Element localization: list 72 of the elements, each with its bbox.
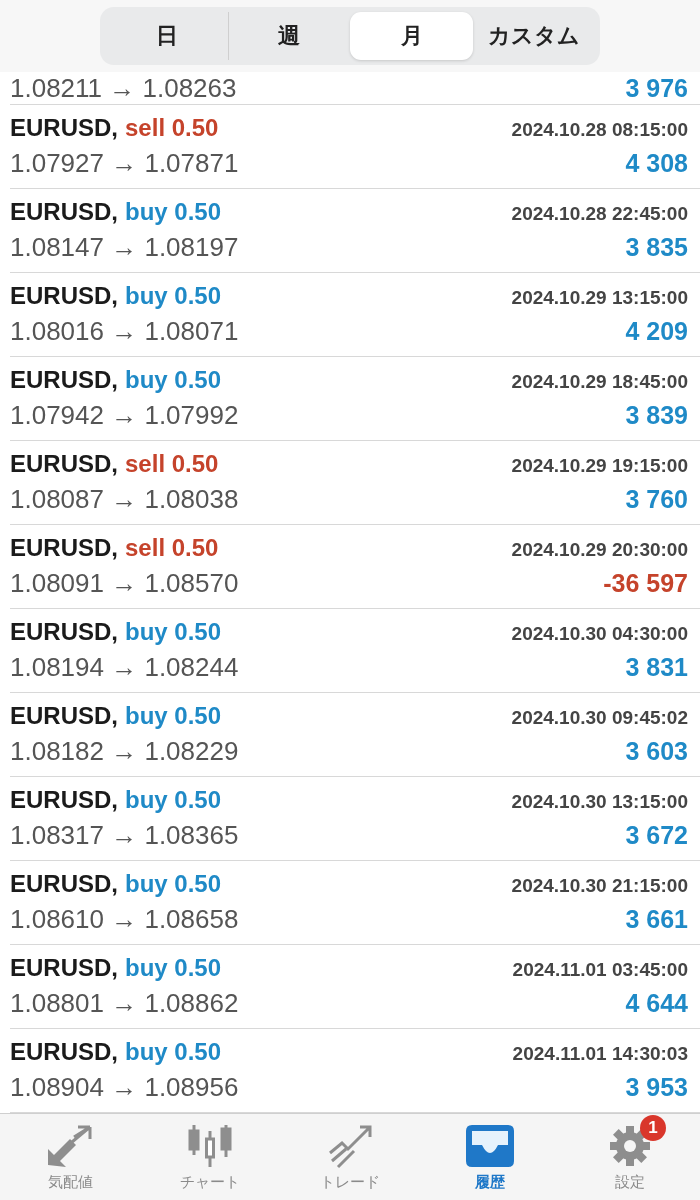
symbol-label: EURUSD,	[10, 786, 118, 814]
price-range: 1.08194 → 1.08244	[10, 652, 239, 683]
deal-type-volume: sell 0.50	[125, 450, 219, 478]
deal-time: 2024.10.30 13:15:00	[511, 791, 688, 813]
profit-amount: 4 308	[625, 149, 688, 178]
deal-type-volume: buy 0.50	[125, 618, 222, 646]
period-tab[interactable]: カスタム	[472, 12, 595, 60]
profit-amount: 3 976	[625, 74, 688, 102]
symbol-label: EURUSD,	[10, 954, 118, 982]
profit-amount: 3 839	[625, 401, 688, 430]
nav-tab[interactable]: トレード	[280, 1114, 420, 1200]
profit-amount: 4 644	[625, 989, 688, 1018]
deal-time: 2024.10.30 09:45:02	[511, 707, 688, 729]
price-range: 1.08610 → 1.08658	[10, 904, 239, 935]
nav-tab[interactable]: 1 設定	[560, 1114, 700, 1200]
deal-type-volume: buy 0.50	[125, 1038, 222, 1066]
deal-time: 2024.10.29 20:30:00	[511, 539, 688, 561]
deal-time: 2024.10.28 22:45:00	[511, 203, 688, 225]
symbol-label: EURUSD,	[10, 282, 118, 310]
price-range: 1.07927 → 1.07871	[10, 148, 239, 179]
deal-type-volume: buy 0.50	[125, 954, 222, 982]
price-range: 1.08801 → 1.08862	[10, 988, 239, 1019]
symbol-label: EURUSD,	[10, 870, 118, 898]
deal-type-volume: buy 0.50	[125, 870, 222, 898]
profit-amount: 3 661	[625, 905, 688, 934]
symbol-label: EURUSD,	[10, 366, 118, 394]
price-range: 1.07942 → 1.07992	[10, 400, 239, 431]
price-range: 1.08087 → 1.08038	[10, 484, 239, 515]
profit-amount: -36 597	[603, 569, 688, 598]
symbol-label: EURUSD,	[10, 702, 118, 730]
profit-amount: 3 760	[625, 485, 688, 514]
price-range: 1.08317 → 1.08365	[10, 820, 239, 851]
nav-tab[interactable]: 履歴	[420, 1114, 560, 1200]
profit-amount: 3 831	[625, 653, 688, 682]
nav-tab[interactable]: チャート	[140, 1114, 280, 1200]
price-range: 1.08147 → 1.08197	[10, 232, 239, 263]
deal-time: 2024.10.30 21:15:00	[511, 875, 688, 897]
deal-time: 2024.11.01 14:30:03	[512, 1043, 688, 1065]
deal-type-volume: buy 0.50	[125, 198, 222, 226]
deal-type-volume: buy 0.50	[125, 366, 222, 394]
symbol-label: EURUSD,	[10, 534, 118, 562]
nav-tab[interactable]: 気配値	[0, 1114, 140, 1200]
deal-type-volume: sell 0.50	[125, 534, 219, 562]
deal-type-volume: buy 0.50	[125, 786, 222, 814]
profit-amount: 3 835	[625, 233, 688, 262]
profit-amount: 3 672	[625, 821, 688, 850]
profit-amount: 4 209	[625, 317, 688, 346]
profit-amount: 3 603	[625, 737, 688, 766]
price-range: 1.08904 → 1.08956	[10, 1072, 239, 1103]
symbol-label: EURUSD,	[10, 1038, 118, 1066]
deal-time: 2024.10.29 19:15:00	[511, 455, 688, 477]
period-tab[interactable]: 日	[105, 12, 228, 60]
deal-time: 2024.10.30 04:30:00	[511, 623, 688, 645]
deal-type-volume: buy 0.50	[125, 282, 222, 310]
deal-type-volume: buy 0.50	[125, 702, 222, 730]
symbol-label: EURUSD,	[10, 450, 118, 478]
price-range: 1.08211 → 1.08263	[10, 74, 237, 102]
symbol-label: EURUSD,	[10, 198, 118, 226]
price-range: 1.08182 → 1.08229	[10, 736, 239, 767]
symbol-label: EURUSD,	[10, 114, 118, 142]
period-tab[interactable]: 月	[350, 12, 473, 60]
deal-type-volume: sell 0.50	[125, 114, 219, 142]
notification-badge: 1	[640, 1115, 666, 1141]
deal-time: 2024.10.28 08:15:00	[511, 119, 688, 141]
deal-time: 2024.11.01 03:45:00	[512, 959, 688, 981]
profit-amount: 3 953	[625, 1073, 688, 1102]
inbox-icon	[464, 1123, 516, 1169]
price-range: 1.08091 → 1.08570	[10, 568, 239, 599]
price-range: 1.08016 → 1.08071	[10, 316, 239, 347]
deal-time: 2024.10.29 13:15:00	[511, 287, 688, 309]
symbol-label: EURUSD,	[10, 618, 118, 646]
deal-time: 2024.10.29 18:45:00	[511, 371, 688, 393]
